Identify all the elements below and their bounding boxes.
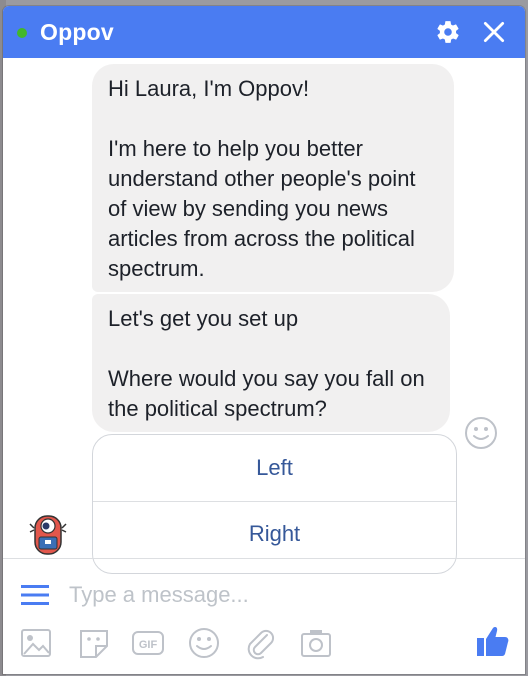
- gif-icon[interactable]: GIF: [131, 626, 165, 660]
- camera-icon[interactable]: [299, 626, 333, 660]
- chat-title[interactable]: Oppov: [40, 19, 114, 46]
- quick-replies: Left Right: [92, 434, 457, 574]
- gif-label: GIF: [139, 639, 158, 651]
- message-text: I'm here to help you better understand o…: [108, 136, 416, 281]
- message-text: Let's get you set up: [108, 306, 299, 331]
- chat-header[interactable]: Oppov: [3, 6, 525, 58]
- emoji-reaction-icon[interactable]: [464, 416, 498, 450]
- composer-divider: [3, 558, 525, 559]
- message-text: Hi Laura, I'm Oppov!: [108, 76, 310, 101]
- quick-reply-left[interactable]: Left: [93, 435, 456, 502]
- menu-icon[interactable]: [21, 584, 49, 606]
- online-status-dot: [17, 28, 27, 38]
- bot-avatar-icon: [29, 515, 67, 555]
- like-icon[interactable]: [475, 623, 511, 659]
- message-input[interactable]: [69, 578, 499, 612]
- bot-message-setup: Let's get you set up Where would you say…: [92, 294, 450, 432]
- emoji-icon[interactable]: [187, 626, 221, 660]
- messenger-chat-window: Oppov Hi Laura, I'm Oppov! I'm here to h…: [3, 6, 525, 674]
- photo-icon[interactable]: [19, 626, 53, 660]
- bot-message-intro: Hi Laura, I'm Oppov! I'm here to help yo…: [92, 64, 454, 292]
- close-icon[interactable]: [481, 19, 507, 45]
- message-text: Where would you say you fall on the poli…: [108, 366, 425, 421]
- gear-icon[interactable]: [435, 19, 461, 45]
- attachment-icon[interactable]: [243, 626, 277, 660]
- sticker-icon[interactable]: [77, 626, 111, 660]
